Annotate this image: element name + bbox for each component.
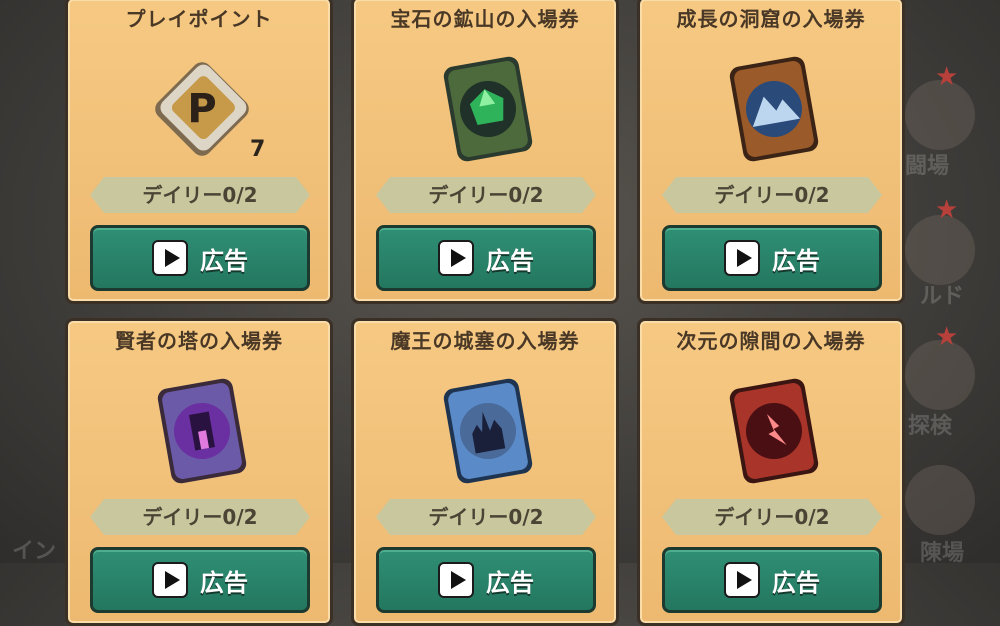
daily-limit: デイリー0/2 [662,177,882,213]
play-icon [724,240,760,276]
watch-ad-button[interactable]: 広告 [662,225,882,291]
watch-ad-button[interactable]: 広告 [376,547,596,613]
item-count: 7 [250,137,266,162]
bg-label-guild: ルド [920,284,965,309]
growth-cave-ticket-icon [724,54,824,164]
play-icon [152,562,188,598]
card-title: 賢者の塔の入場券 [115,329,283,353]
ad-label: 広告 [200,568,248,597]
watch-ad-button[interactable]: 広告 [376,225,596,291]
watch-ad-button[interactable]: 広告 [662,547,882,613]
play-icon [724,562,760,598]
ad-label: 広告 [772,568,820,597]
daily-limit: デイリー0/2 [662,499,882,535]
dimension-rift-ticket-icon [724,376,824,486]
card-sage-tower-ticket: 賢者の塔の入場券 デイリー0/2 広告 [65,318,333,626]
card-title: 次元の隙間の入場券 [676,329,866,353]
bg-label-left: イン [12,539,57,564]
bg-label-explore: 探検 [908,414,953,439]
play-point-icon: P [152,54,252,164]
daily-limit: デイリー0/2 [376,177,596,213]
card-play-point: プレイポイント P 7 デイリー0/2 広告 [65,0,333,304]
card-title: 魔王の城塞の入場券 [390,329,580,353]
card-growth-cave-ticket: 成長の洞窟の入場券 デイリー0/2 広告 [637,0,905,304]
daily-limit: デイリー0/2 [376,499,596,535]
bg-guild-icon [905,215,975,285]
demon-fortress-ticket-icon [438,376,538,486]
bg-star-icon: ★ [935,62,959,92]
card-title: 宝石の鉱山の入場券 [390,7,580,31]
watch-ad-button[interactable]: 広告 [90,225,310,291]
bg-label-training: 陳場 [920,541,965,566]
play-icon [438,562,474,598]
bg-training-icon [905,465,975,535]
ad-label: 広告 [772,246,820,275]
ad-label: 広告 [486,246,534,275]
bg-star-icon: ★ [935,195,959,225]
card-gem-mine-ticket: 宝石の鉱山の入場券 デイリー0/2 広告 [351,0,619,304]
ad-label: 広告 [200,246,248,275]
gem-mine-ticket-icon [438,54,538,164]
sage-tower-ticket-icon [152,376,252,486]
bg-star-icon: ★ [935,322,959,352]
card-title: 成長の洞窟の入場券 [676,7,866,31]
play-icon [438,240,474,276]
ad-label: 広告 [486,568,534,597]
daily-limit: デイリー0/2 [90,499,310,535]
card-dimension-rift-ticket: 次元の隙間の入場券 デイリー0/2 広告 [637,318,905,626]
watch-ad-button[interactable]: 広告 [90,547,310,613]
daily-limit: デイリー0/2 [90,177,310,213]
play-icon [152,240,188,276]
svg-text:P: P [187,86,216,132]
card-demon-fortress-ticket: 魔王の城塞の入場券 デイリー0/2 広告 [351,318,619,626]
card-title: プレイポイント [125,7,273,31]
bg-label-arena: 闘場 [905,154,950,179]
